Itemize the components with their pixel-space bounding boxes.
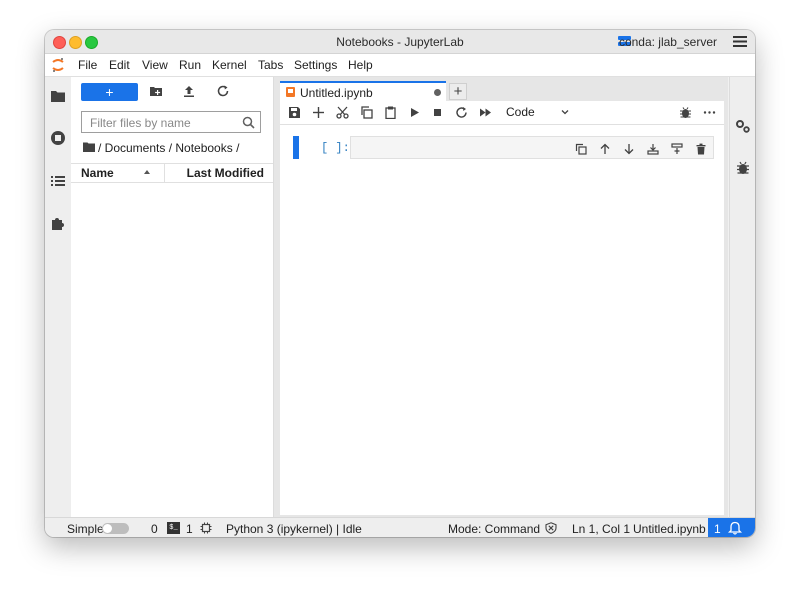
insert-above-icon[interactable] [647,143,659,155]
menu-bar: File Edit View Run Kernel Tabs Settings … [45,54,755,77]
main-dock-area: Untitled.ipynb + Code []: [274,77,728,517]
title-bar: Notebooks - JupyterLab conda: jlab_serve… [45,30,755,54]
menu-tabs[interactable]: Tabs [258,58,283,72]
filter-files-field[interactable] [81,111,261,133]
move-up-icon[interactable] [599,143,611,155]
column-name[interactable]: Name [81,166,114,180]
debugger-icon[interactable] [735,160,751,176]
cursor-position[interactable]: Ln 1, Col 1 [572,522,630,536]
menu-run[interactable]: Run [179,58,201,72]
cell-collapser[interactable] [293,136,299,159]
kernel-status[interactable]: Python 3 (ipykernel) | Idle [226,522,362,536]
add-tab-button[interactable]: + [449,83,467,100]
file-browser: + / Documents / Notebooks / [71,77,274,517]
menu-help[interactable]: Help [348,58,373,72]
notebook-panel: Code [ ]: [280,101,724,515]
duplicate-cell-icon[interactable] [575,143,587,155]
column-divider[interactable] [164,164,165,182]
bell-icon [728,521,742,535]
notification-count: 1 [714,522,721,536]
simple-mode-label: Simple [67,522,104,536]
delete-cell-icon[interactable] [695,143,707,155]
search-icon [242,116,255,129]
fast-forward-icon[interactable] [479,106,492,119]
jupyter-logo-icon[interactable] [51,57,65,73]
copy-icon[interactable] [360,106,373,119]
paste-icon[interactable] [384,106,397,119]
trusted-icon[interactable] [545,522,557,534]
stop-icon[interactable] [431,106,444,119]
menu-view[interactable]: View [142,58,168,72]
cell-type-select[interactable]: Code [506,105,572,121]
menu-kernel[interactable]: Kernel [212,58,247,72]
debugger-icon[interactable] [679,106,692,119]
chevron-down-icon [561,110,569,115]
toc-icon[interactable] [50,173,66,189]
insert-below-icon[interactable] [671,143,683,155]
file-list-header: Name Last Modified [71,163,273,183]
jupyterlab-window: Notebooks - JupyterLab conda: jlab_serve… [45,30,755,537]
conda-env-label[interactable]: conda: jlab_server [619,35,717,49]
new-launcher-button[interactable]: + [81,83,138,101]
cell-type-value: Code [506,105,535,119]
left-sidebar [45,77,72,517]
more-options-icon[interactable] [703,106,716,119]
menu-settings[interactable]: Settings [294,58,337,72]
property-inspector-icon[interactable] [735,118,751,134]
notebook-icon [286,87,295,97]
tab-untitled-ipynb[interactable]: Untitled.ipynb [280,81,446,101]
simple-mode-toggle[interactable] [102,523,129,534]
notebook-mode: Mode: Command [448,522,541,536]
status-bar: Simple 0 $_ 1 Python 3 (ipykernel) | Idl… [45,517,755,537]
cut-icon[interactable] [336,106,349,119]
sort-ascending-icon [144,170,150,174]
kernels-count[interactable]: 0 [151,522,158,536]
terminal-icon: $_ [167,522,180,534]
folder-icon[interactable] [50,88,66,104]
kernel-usage-icon[interactable] [200,522,212,534]
right-sidebar [729,77,755,517]
breadcrumb-path[interactable]: / Documents / Notebooks / [98,141,239,155]
menu-file[interactable]: File [78,58,97,72]
hamburger-menu-icon[interactable] [733,36,747,47]
terminals-count[interactable]: 1 [186,522,193,536]
cell-editor[interactable] [350,136,714,159]
filter-files-input[interactable] [88,115,242,131]
menu-edit[interactable]: Edit [109,58,130,72]
notebook-toolbar: Code [280,101,724,125]
move-down-icon[interactable] [623,143,635,155]
restart-icon[interactable] [455,106,468,119]
current-filename: Untitled.ipynb [633,522,706,536]
input-prompt: [ ]: [321,141,350,155]
upload-icon[interactable] [182,84,196,98]
column-last-modified[interactable]: Last Modified [187,166,264,180]
run-icon[interactable] [408,106,421,119]
tab-title: Untitled.ipynb [300,86,373,100]
unsaved-indicator-icon[interactable] [434,89,441,96]
new-folder-icon[interactable] [149,84,163,98]
toggle-knob [103,524,112,533]
code-cell[interactable]: [ ]: [293,136,714,160]
insert-cell-icon[interactable] [312,106,325,119]
refresh-icon[interactable] [216,84,230,98]
save-icon[interactable] [288,106,301,119]
home-folder-icon[interactable] [83,142,95,152]
notification-button[interactable]: 1 [708,518,755,537]
running-icon[interactable] [50,130,66,146]
extension-icon[interactable] [50,215,66,231]
